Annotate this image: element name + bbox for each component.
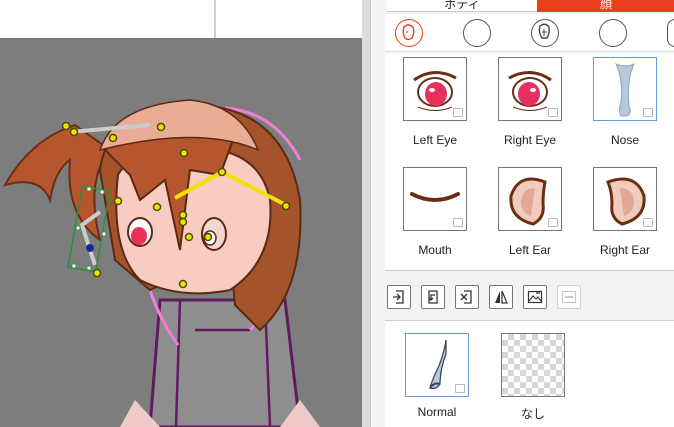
part-thumbnail[interactable] <box>498 57 562 121</box>
variant-label: なし <box>520 407 545 421</box>
variant-thumbnail[interactable] <box>501 333 565 397</box>
image-badge-icon <box>548 218 558 227</box>
replace-icon <box>428 290 438 304</box>
import-button[interactable] <box>387 285 411 309</box>
side-ponytail[interactable] <box>2 123 112 243</box>
character-illustration[interactable] <box>0 0 370 427</box>
part-label: Left Eye <box>412 133 458 147</box>
part-thumbnail[interactable] <box>403 167 467 231</box>
image-badge-icon <box>455 384 465 393</box>
svg-export-button[interactable] <box>557 285 581 309</box>
category-more[interactable] <box>667 19 674 47</box>
image-badge-icon <box>548 108 558 117</box>
head-profile-icon <box>538 23 550 39</box>
replace-button[interactable] <box>421 285 445 309</box>
part-label: Right Ear <box>599 243 651 257</box>
part-thumbnail[interactable] <box>498 167 562 231</box>
image-badge-icon <box>643 218 653 227</box>
variant-normal[interactable]: Normal <box>397 331 477 426</box>
parts-grid: Left Eye Right Eye Nose Mouth Left Ear R… <box>385 53 674 271</box>
flip-icon <box>495 290 508 304</box>
part-label: Left Ear <box>508 243 552 257</box>
image-badge-icon <box>643 108 653 117</box>
part-right-ear[interactable]: Right Ear <box>580 163 670 263</box>
part-mouth[interactable]: Mouth <box>390 163 480 263</box>
face-outline-icon <box>402 24 415 41</box>
part-label: Nose <box>610 133 639 147</box>
part-label: Mouth <box>418 243 452 257</box>
pivot-point[interactable] <box>86 244 94 252</box>
category-blank-2[interactable] <box>599 19 627 47</box>
export-image-icon <box>527 290 543 304</box>
export-image-button[interactable] <box>523 285 547 309</box>
category-head[interactable] <box>531 19 559 47</box>
image-badge-icon <box>453 108 463 117</box>
variants-grid: Normal なし <box>385 320 674 427</box>
category-blank-1[interactable] <box>463 19 491 47</box>
variant-none[interactable]: なし <box>493 331 573 426</box>
part-thumbnail[interactable] <box>403 57 467 121</box>
tab-face[interactable]: 顔 <box>537 0 674 12</box>
part-right-eye[interactable]: Right Eye <box>485 53 575 153</box>
delete-button[interactable] <box>455 285 479 309</box>
parts-panel: ボディ 顔 Left Eye Right Eye Nose Mouth Left… <box>370 0 674 427</box>
import-icon <box>393 290 404 304</box>
part-thumbnail[interactable] <box>593 167 657 231</box>
part-nose[interactable]: Nose <box>580 53 670 153</box>
variant-label: Normal <box>417 405 457 419</box>
category-face-outline[interactable] <box>395 19 423 47</box>
category-bar <box>385 14 674 52</box>
canvas-scrollbar[interactable] <box>362 0 370 427</box>
parts-toolbar <box>385 282 674 312</box>
part-label: Right Eye <box>503 133 557 147</box>
part-left-eye[interactable]: Left Eye <box>390 53 480 153</box>
svg-export-icon <box>561 290 577 304</box>
character-canvas[interactable] <box>0 0 370 427</box>
part-left-ear[interactable]: Left Ear <box>485 163 575 263</box>
flip-button[interactable] <box>489 285 513 309</box>
variant-thumbnail[interactable] <box>405 333 469 397</box>
character-body <box>120 298 320 427</box>
delete-icon <box>460 290 472 304</box>
part-thumbnail[interactable] <box>593 57 657 121</box>
image-badge-icon <box>453 218 463 227</box>
tab-body[interactable]: ボディ <box>387 0 537 12</box>
